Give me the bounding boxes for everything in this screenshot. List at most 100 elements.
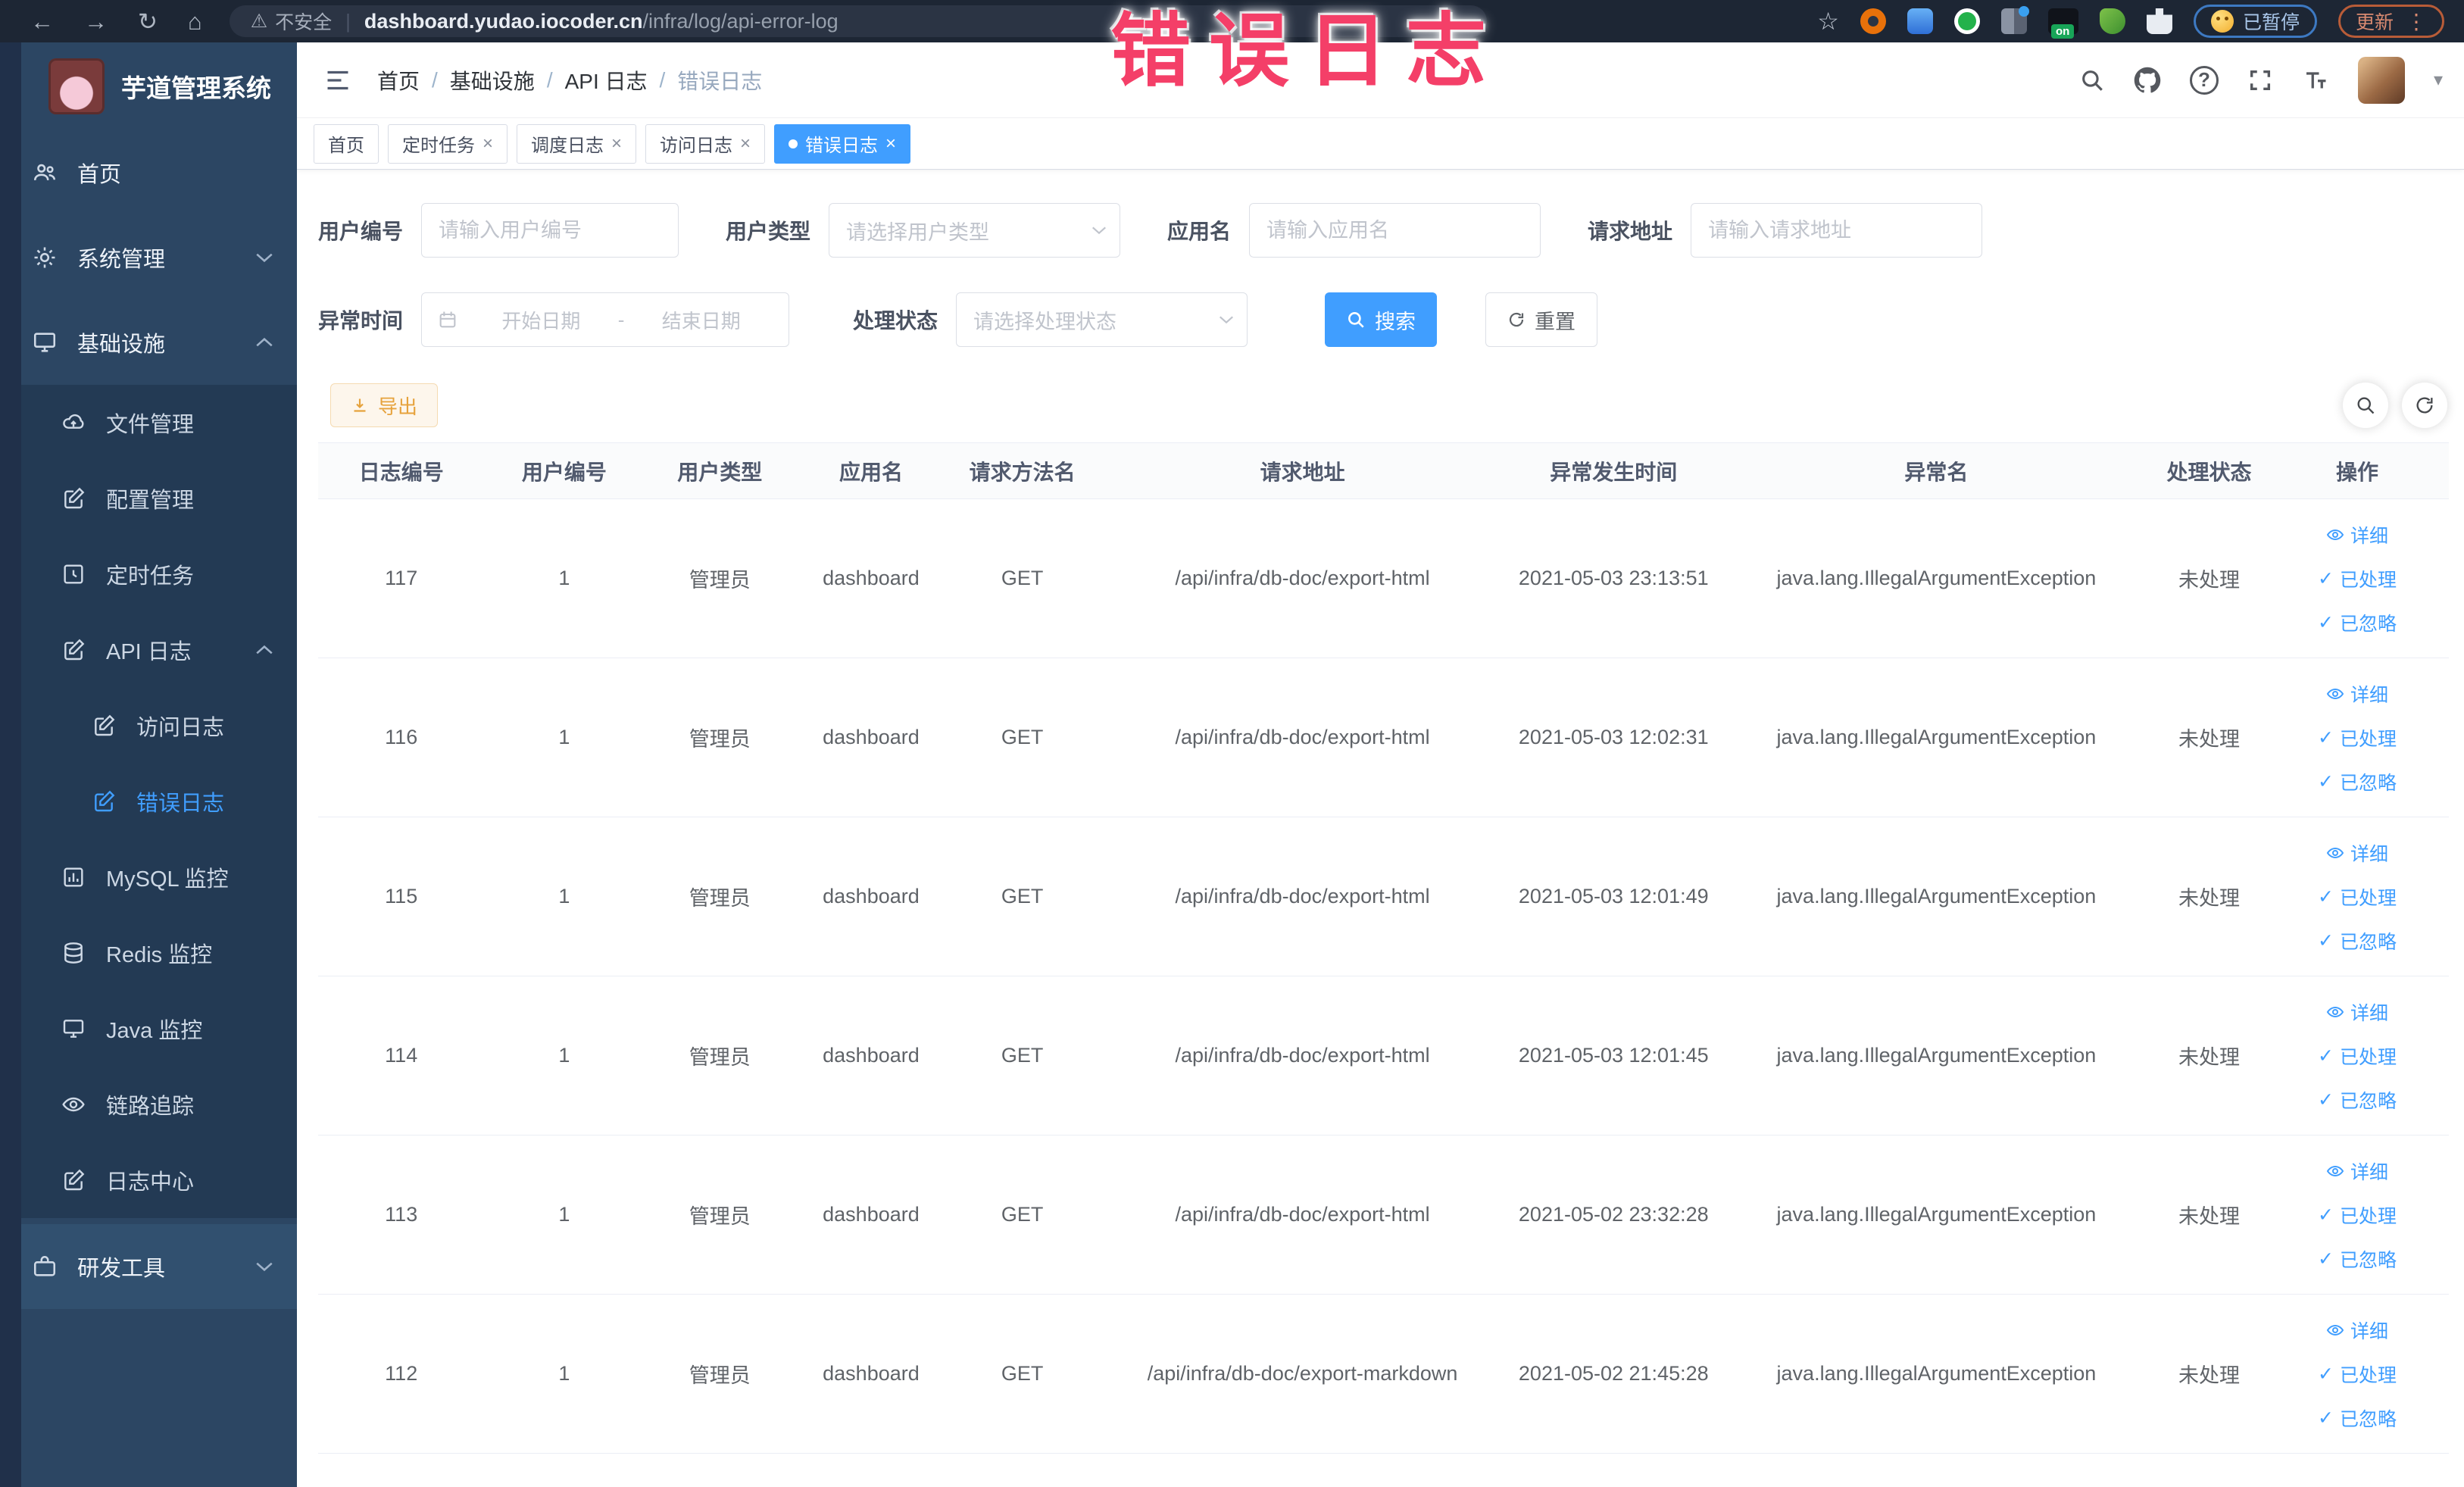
tab-error-log[interactable]: 错误日志 × <box>774 123 911 164</box>
mark-ignored-link[interactable]: ✓ 已忽略 <box>2318 919 2397 963</box>
refresh-table-button[interactable] <box>2402 383 2447 428</box>
sidebar-item-redis-monitor[interactable]: Redis 监控 <box>21 915 297 991</box>
toggle-search-button[interactable] <box>2343 383 2388 428</box>
sidebar-item-error-log[interactable]: 错误日志 <box>21 764 297 839</box>
mark-processed-link[interactable]: ✓ 已处理 <box>2318 875 2397 919</box>
cell-user-id: 1 <box>484 976 645 1136</box>
sidebar-item-log-center[interactable]: 日志中心 <box>21 1142 297 1218</box>
extension-grid-icon[interactable] <box>2000 6 2029 34</box>
mark-processed-link[interactable]: ✓ 已处理 <box>2318 557 2397 601</box>
reload-icon[interactable]: ↻ <box>138 10 158 33</box>
sidebar-item-home[interactable]: 首页 <box>21 130 297 215</box>
mark-ignored-link[interactable]: ✓ 已忽略 <box>2318 760 2397 804</box>
tab-schedule-log[interactable]: 调度日志 × <box>517 123 637 164</box>
extension-green-icon[interactable] <box>1953 8 1980 34</box>
mark-ignored-link[interactable]: ✓ 已忽略 <box>2318 601 2397 645</box>
back-icon[interactable]: ← <box>30 10 54 33</box>
process-status-select[interactable]: 请选择处理状态 <box>956 292 1248 347</box>
check-icon: ✓ <box>2318 1248 2334 1270</box>
mark-processed-link[interactable]: ✓ 已处理 <box>2318 1352 2397 1396</box>
user-type-select[interactable]: 请选择用户类型 <box>829 203 1121 258</box>
export-button[interactable]: 导出 <box>330 383 439 427</box>
breadcrumb-item[interactable]: 基础设施 <box>450 65 535 95</box>
sidebar-item-api-log[interactable]: API 日志 <box>21 612 297 688</box>
sidebar-item-label: 文件管理 <box>106 413 195 437</box>
sidebar-item-label: 日志中心 <box>106 1170 195 1195</box>
app-logo-row[interactable]: 芋道管理系统 <box>21 42 297 130</box>
close-icon[interactable]: × <box>611 133 622 155</box>
header-exception: 异常名 <box>1719 442 2153 499</box>
cell-method: GET <box>946 658 1098 817</box>
avatar[interactable] <box>2357 56 2405 104</box>
detail-link[interactable]: 详细 <box>2326 1149 2388 1193</box>
sidebar-item-label: API 日志 <box>106 640 192 664</box>
sidebar-item-dev-tools[interactable]: 研发工具 <box>21 1224 297 1309</box>
chevron-down-icon <box>255 1261 274 1273</box>
sidebar-item-file-manage[interactable]: 文件管理 <box>21 385 297 461</box>
sidebar-item-system[interactable]: 系统管理 <box>21 215 297 300</box>
tab-cron-job[interactable]: 定时任务 × <box>388 123 508 164</box>
error-log-table: 日志编号 用户编号 用户类型 应用名 请求方法名 请求地址 异常发生时间 异常名… <box>318 442 2449 1454</box>
sidebar-item-java-monitor[interactable]: Java 监控 <box>21 991 297 1067</box>
cell-status: 未处理 <box>2152 498 2266 658</box>
mark-processed-link[interactable]: ✓ 已处理 <box>2318 1193 2397 1237</box>
extensions-puzzle-icon[interactable] <box>2146 8 2172 34</box>
detail-link[interactable]: 详细 <box>2326 672 2388 716</box>
sidebar-item-tracing[interactable]: 链路追踪 <box>21 1067 297 1142</box>
breadcrumb-item[interactable]: 首页 <box>377 65 420 95</box>
sidebar-item-label: 配置管理 <box>106 489 195 513</box>
cell-time: 2021-05-02 23:32:28 <box>1507 1135 1720 1295</box>
close-icon[interactable]: × <box>482 133 493 155</box>
help-icon[interactable]: ? <box>2189 65 2219 95</box>
user-id-input[interactable] <box>421 203 679 258</box>
sidebar-item-config-manage[interactable]: 配置管理 <box>21 461 297 536</box>
font-size-icon[interactable] <box>2302 67 2329 94</box>
home-icon[interactable]: ⌂ <box>188 10 202 33</box>
fullscreen-icon[interactable] <box>2247 67 2273 93</box>
close-icon[interactable]: × <box>740 133 751 155</box>
mark-ignored-link[interactable]: ✓ 已忽略 <box>2318 1078 2397 1122</box>
search-icon[interactable] <box>2079 67 2105 93</box>
tab-access-log[interactable]: 访问日志 × <box>645 123 766 164</box>
date-range-picker[interactable]: 开始日期 - 结束日期 <box>421 292 790 347</box>
detail-link[interactable]: 详细 <box>2326 831 2388 875</box>
cell-user-type: 管理员 <box>644 658 796 817</box>
paused-pill-button[interactable]: 已暂停 <box>2193 5 2317 38</box>
extension-blue-icon[interactable] <box>1907 8 1933 34</box>
extension-orange-icon[interactable] <box>1860 8 1886 34</box>
table-row: 117 1 管理员 dashboard GET /api/infra/db-do… <box>318 498 2449 658</box>
github-icon[interactable] <box>2134 67 2161 94</box>
hamburger-icon[interactable] <box>324 67 351 94</box>
sidebar-item-infra[interactable]: 基础设施 <box>21 300 297 385</box>
app-name-input[interactable] <box>1249 203 1541 258</box>
cell-user-type: 管理员 <box>644 976 796 1136</box>
mark-processed-link[interactable]: ✓ 已处理 <box>2318 1034 2397 1078</box>
infra-submenu: 文件管理 配置管理 定时任务 API 日志 访问日志 错误日志 MySQL 监控… <box>21 385 297 1218</box>
cell-user-id: 1 <box>484 498 645 658</box>
sidebar-item-mysql-monitor[interactable]: MySQL 监控 <box>21 839 297 915</box>
search-button[interactable]: 搜索 <box>1325 292 1438 347</box>
end-date-placeholder: 结束日期 <box>661 309 741 333</box>
bookmark-star-icon[interactable]: ☆ <box>1817 7 1839 36</box>
mark-processed-link[interactable]: ✓ 已处理 <box>2318 716 2397 760</box>
tab-home[interactable]: 首页 <box>314 123 379 164</box>
request-url-input[interactable] <box>1691 203 1983 258</box>
sidebar-item-access-log[interactable]: 访问日志 <box>21 688 297 764</box>
mark-ignored-link[interactable]: ✓ 已忽略 <box>2318 1396 2397 1440</box>
check-icon: ✓ <box>2318 1045 2334 1067</box>
detail-link[interactable]: 详细 <box>2326 1308 2388 1352</box>
reset-button[interactable]: 重置 <box>1485 292 1598 347</box>
sidebar-item-cron-job[interactable]: 定时任务 <box>21 536 297 612</box>
update-pill-button[interactable]: 更新 ⋮ <box>2338 5 2444 38</box>
extension-on-icon[interactable]: on <box>2047 8 2078 39</box>
extension-leaf-icon[interactable] <box>2099 8 2125 34</box>
cell-log-id: 117 <box>318 498 485 658</box>
mark-ignored-link[interactable]: ✓ 已忽略 <box>2318 1237 2397 1281</box>
detail-link[interactable]: 详细 <box>2326 990 2388 1034</box>
breadcrumb-item[interactable]: API 日志 <box>565 65 648 95</box>
close-icon[interactable]: × <box>885 133 896 155</box>
browser-menu-kebab-icon[interactable]: ⋮ <box>2406 9 2427 34</box>
chevron-down-icon[interactable]: ▾ <box>2434 69 2443 91</box>
detail-link[interactable]: 详细 <box>2326 513 2388 557</box>
forward-icon[interactable]: → <box>84 10 108 33</box>
